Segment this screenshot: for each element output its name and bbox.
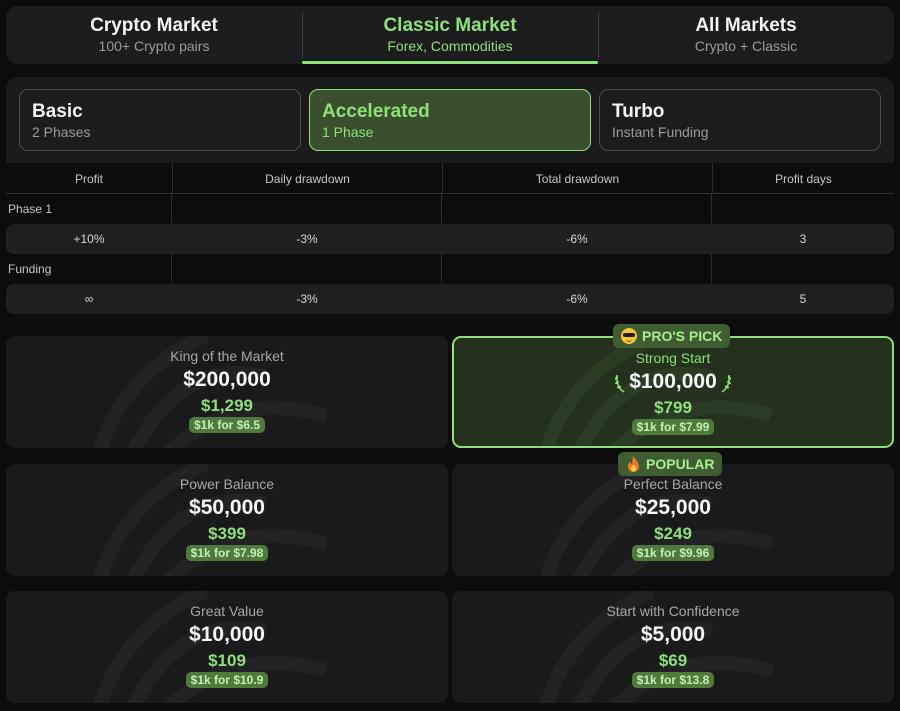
header-divider [6,193,894,194]
plan-account-size: $50,000 [189,496,265,519]
cell-daily-drawdown: -3% [296,292,318,306]
plan-account-size-value: $100,000 [629,370,717,393]
tab-subtitle: Crypto + Classic [694,38,798,54]
plan-name: Perfect Balance [623,476,723,492]
rules-table: Profit Daily drawdown Total drawdown Pro… [6,163,894,314]
plan-name: Great Value [190,603,264,619]
challenge-type-accelerated[interactable]: Accelerated 1 Phase [309,89,591,151]
challenge-type-title: Turbo [612,101,665,122]
plan-name: Power Balance [179,476,275,492]
section-label-funding: Funding [8,262,52,276]
plan-account-size: $100,000 [613,369,733,395]
plan-account-size: $10,000 [189,623,265,646]
cell-profit: +10% [73,232,105,246]
laurel-right-icon [721,374,731,393]
challenge-type-title: Accelerated [322,101,430,122]
plan-rate: $1k for $7.99 [631,419,715,435]
column-divider [711,193,712,223]
challenge-type-basic[interactable]: Basic 2 Phases [19,89,301,151]
challenge-type-subtitle: Instant Funding [612,124,709,140]
plan-name: Strong Start [635,350,711,366]
plan-price: $109 [208,651,246,670]
tab-all-markets[interactable]: All Markets Crypto + Classic [598,6,894,64]
badge-label: PRO'S PICK [642,328,723,344]
cell-daily-drawdown: -3% [296,232,318,246]
plan-rate: $1k for $9.96 [631,545,715,561]
fire-icon [628,455,639,472]
tab-subtitle: 100+ Crypto pairs [98,38,210,54]
column-divider [171,253,172,283]
column-divider [441,193,442,223]
cell-profit-days: 3 [799,232,807,246]
column-divider [711,253,712,283]
tab-subtitle: Forex, Commodities [387,38,513,54]
challenge-type-subtitle: 1 Phase [322,124,374,140]
plan-price: $399 [208,524,246,543]
plan-account-size: $25,000 [635,496,711,519]
tab-classic-market[interactable]: Classic Market Forex, Commodities [302,6,598,64]
cell-total-drawdown: -6% [566,292,588,306]
header-total-drawdown: Total drawdown [442,163,712,194]
cell-profit-days: 5 [799,292,807,306]
challenge-type-turbo[interactable]: Turbo Instant Funding [599,89,881,151]
challenge-type-panel: Basic 2 Phases Accelerated 1 Phase Turbo… [6,77,894,163]
column-divider [171,193,172,223]
tab-title: Classic Market [383,15,517,36]
sunglasses-icon [621,328,637,344]
popular-badge: POPULAR [618,452,723,476]
table-row: ∞ -3% -6% 5 [6,284,894,314]
plan-card-start-with-confidence[interactable]: Start with Confidence $5,000 $69 $1k for… [452,591,894,703]
badge-label: POPULAR [646,456,715,472]
challenge-type-title: Basic [32,101,83,122]
pros-pick-badge: PRO'S PICK [613,324,731,348]
plan-price: $1,299 [201,396,253,415]
header-profit-days: Profit days [712,163,894,194]
plan-price: $249 [654,524,692,543]
table-row: +10% -3% -6% 3 [6,224,894,254]
plan-account-size: $5,000 [640,623,706,646]
plan-price: $799 [654,398,692,417]
plan-card-great-value[interactable]: Great Value $10,000 $109 $1k for $10.9 [6,591,448,703]
section-label-phase-1: Phase 1 [8,202,53,216]
laurel-left-icon [615,374,625,393]
plan-price: $69 [658,651,688,670]
market-tabs: Crypto Market 100+ Crypto pairs Classic … [6,6,894,64]
tab-title: Crypto Market [90,15,218,36]
rules-header: Profit Daily drawdown Total drawdown Pro… [6,163,894,194]
plan-rate: $1k for $13.8 [631,672,715,688]
cell-total-drawdown: -6% [566,232,588,246]
plan-card-perfect-balance[interactable]: Perfect Balance $25,000 $249 $1k for $9.… [452,464,894,576]
plan-card-strong-start[interactable]: Strong Start $100,000 $799 $1k for $7.99 [452,336,894,448]
plan-rate: $1k for $6.5 [188,417,266,433]
header-profit: Profit [74,171,103,186]
plan-card-king-of-the-market[interactable]: King of the Market $200,000 $1,299 $1k f… [6,336,448,448]
plan-rate: $1k for $7.98 [185,545,269,561]
challenge-type-subtitle: 2 Phases [32,124,91,140]
plan-rate: $1k for $10.9 [185,672,269,688]
tab-crypto-market[interactable]: Crypto Market 100+ Crypto pairs [6,6,302,64]
plan-card-power-balance[interactable]: Power Balance $50,000 $399 $1k for $7.98 [6,464,448,576]
cell-profit: ∞ [84,292,94,306]
plan-account-size: $200,000 [183,368,271,391]
column-divider [441,253,442,283]
header-daily-drawdown: Daily drawdown [172,163,442,194]
plan-name: Start with Confidence [606,603,740,619]
plan-name: King of the Market [170,348,284,364]
tab-title: All Markets [695,15,797,36]
